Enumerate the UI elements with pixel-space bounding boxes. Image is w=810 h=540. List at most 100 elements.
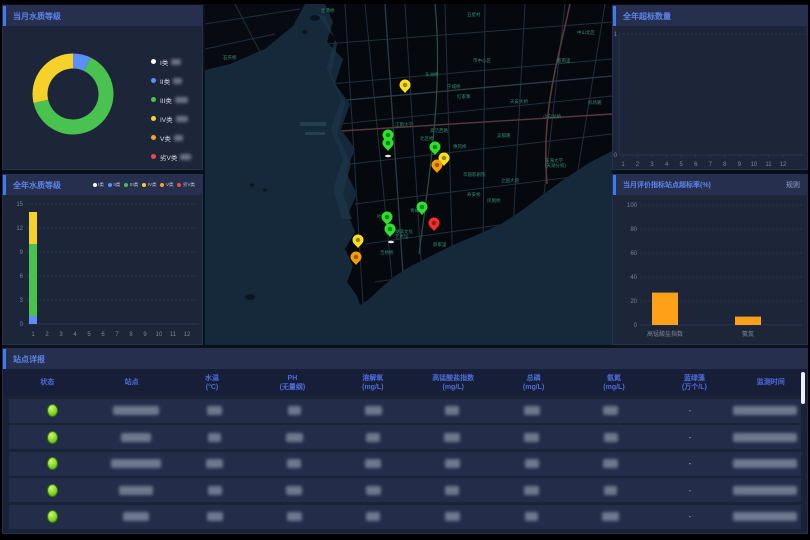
svg-text:4: 4	[665, 162, 669, 168]
column-header-高锰酸盐指数: 高锰酸盐指数(mg/L)	[413, 374, 493, 392]
panel-year-exceed-title: 全年超标数量	[623, 11, 671, 22]
value-cell	[492, 486, 571, 495]
table-row[interactable]: -	[9, 478, 801, 502]
redacted-value	[174, 135, 183, 141]
year-exceed-line-chart: 01123456789101112	[613, 26, 808, 170]
stacked-bar-IV类	[29, 212, 37, 244]
panel-month-rate-title: 当月评价指标站点超标率(%)	[623, 180, 711, 190]
svg-text:7: 7	[115, 332, 119, 338]
svg-text:10: 10	[156, 332, 163, 338]
legend-item-V类[interactable]: V类	[160, 182, 173, 188]
station-table-header: 站点详报	[3, 349, 807, 369]
value-cell	[413, 406, 492, 415]
column-header-水温: 水温(°C)	[172, 374, 252, 392]
legend-item-II类[interactable]: II类	[151, 71, 191, 90]
value-cell	[334, 406, 413, 415]
svg-text:3: 3	[20, 298, 24, 304]
legend-label: I类	[160, 57, 168, 67]
station-map[interactable]: 石庆桥渔港桥五星村市中心区中山北区东洲桥宁城桥红家寨超南里江南大学北区桥高洁西路…	[205, 4, 612, 345]
panel-year-exceed-body: 01123456789101112	[613, 26, 807, 169]
value-cell	[175, 433, 254, 442]
station-cell	[96, 459, 175, 468]
month-grade-legend: I类 II类III类 IV类 V类劣V类	[151, 52, 191, 166]
rate-bar-氨氮	[735, 317, 761, 325]
legend-item-V类[interactable]: V类	[151, 128, 191, 147]
svg-text:12: 12	[184, 332, 191, 338]
legend-label: IV类	[160, 114, 173, 124]
value-cell	[254, 433, 333, 442]
legend-label: 劣V类	[183, 182, 195, 188]
time-cell	[730, 433, 801, 442]
status-normal-indicator	[47, 404, 58, 417]
algae-cell: -	[650, 512, 729, 521]
value-cell	[492, 433, 571, 442]
column-header-总磷: 总磷(mg/L)	[493, 374, 573, 392]
legend-item-II类[interactable]: II类	[108, 182, 121, 188]
value-cell	[492, 406, 571, 415]
legend-dot	[151, 59, 156, 64]
status-normal-indicator	[47, 510, 58, 523]
map-label: 超南里	[557, 57, 571, 64]
panel-station-table: 站点详报 状态站点水温(°C)PH(无量纲)溶解氧(mg/L)高锰酸盐指数(mg…	[2, 348, 808, 534]
svg-text:5: 5	[680, 162, 684, 168]
station-table-title: 站点详报	[13, 354, 45, 365]
time-cell	[730, 406, 801, 415]
map-label: 东洲桥	[425, 71, 439, 78]
legend-item-IV类[interactable]: IV类	[142, 182, 156, 188]
svg-text:80: 80	[630, 227, 637, 233]
column-header-溶解氧: 溶解氧(mg/L)	[333, 374, 413, 392]
status-normal-indicator	[47, 457, 58, 470]
redacted-value	[176, 116, 188, 122]
map-label: 江南大学	[395, 121, 413, 128]
value-cell	[254, 512, 333, 521]
value-cell	[571, 406, 650, 415]
panel-year-grade-header: 全年水质等级 I类 II类III类 IV类 V类 劣V类	[3, 175, 202, 195]
table-scrollbar[interactable]	[801, 372, 805, 404]
value-cell	[571, 486, 650, 495]
value-cell	[254, 459, 333, 468]
map-label: 凤凰桥	[487, 197, 501, 204]
table-row[interactable]: -	[9, 425, 801, 449]
value-cell	[175, 486, 254, 495]
column-header-PH: PH(无量纲)	[252, 374, 332, 392]
svg-text:1: 1	[621, 162, 625, 168]
legend-item-III类[interactable]: III类	[151, 90, 191, 109]
legend-item-I类[interactable]: I类	[93, 182, 104, 188]
station-cell	[96, 486, 175, 495]
legend-item-I类[interactable]: I类	[151, 52, 191, 71]
svg-text:氨氮: 氨氮	[742, 330, 754, 338]
legend-label: I类	[98, 182, 104, 188]
table-row[interactable]: -	[9, 452, 801, 476]
legend-item-劣V类[interactable]: 劣V类	[177, 182, 195, 188]
legend-item-劣V类[interactable]: 劣V类	[151, 147, 191, 166]
legend-item-III类[interactable]: III类	[124, 182, 138, 188]
legend-item-IV类[interactable]: IV类	[151, 109, 191, 128]
algae-cell: -	[650, 486, 729, 495]
svg-text:12: 12	[16, 226, 23, 232]
column-header-状态: 状态	[3, 378, 91, 387]
legend-dot	[151, 116, 156, 121]
value-cell	[492, 459, 571, 468]
svg-text:60: 60	[630, 251, 637, 257]
column-header-站点: 站点	[91, 378, 171, 387]
table-row[interactable]: -	[9, 399, 801, 423]
svg-text:6: 6	[694, 162, 698, 168]
redacted-value	[180, 154, 191, 160]
svg-text:0: 0	[20, 322, 24, 328]
map-label: 薛家里	[433, 241, 447, 248]
value-cell	[254, 486, 333, 495]
rule-link[interactable]: 规则	[786, 180, 800, 190]
legend-dot	[151, 78, 156, 83]
legend-dot	[108, 183, 112, 187]
status-cell	[9, 404, 96, 417]
value-cell	[175, 459, 254, 468]
table-row[interactable]: -	[9, 505, 801, 529]
svg-text:1: 1	[31, 332, 35, 338]
panel-year-grade-title: 全年水质等级	[13, 180, 61, 191]
value-cell	[492, 512, 571, 521]
redacted-value	[171, 59, 181, 65]
svg-text:0: 0	[614, 153, 618, 159]
map-canvas[interactable]: 石庆桥渔港桥五星村市中心区中山北区东洲桥宁城桥红家寨超南里江南大学北区桥高洁西路…	[205, 4, 612, 345]
algae-cell: -	[650, 459, 729, 468]
map-label: 高洁西路	[430, 127, 448, 134]
